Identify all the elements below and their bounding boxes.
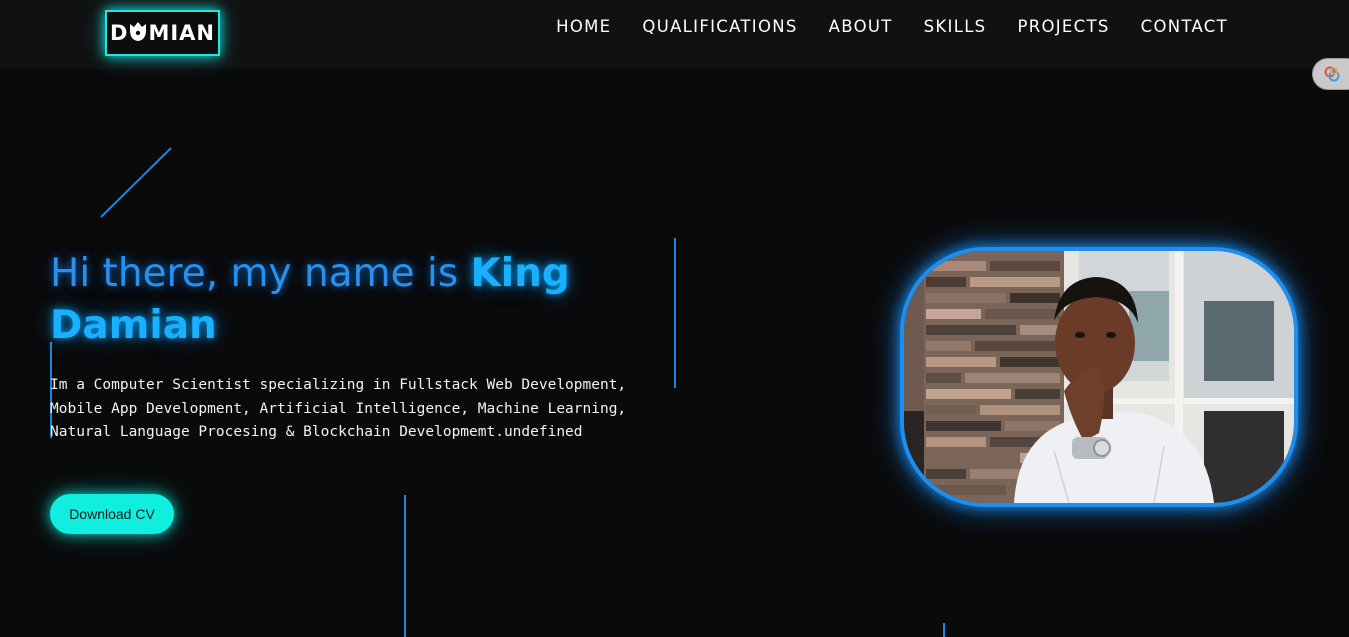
logo-text-right: MIAN [148, 21, 215, 45]
site-logo[interactable]: D MIAN [105, 10, 220, 56]
nav-home[interactable]: HOME [556, 17, 611, 36]
nav-qualifications[interactable]: QUALIFICATIONS [642, 17, 797, 36]
portfolio-page: D MIAN HOME QUALIFICATIONS ABOUT SKILLS P… [0, 0, 1349, 637]
crown-icon [128, 21, 148, 45]
nav-about[interactable]: ABOUT [829, 17, 893, 36]
nav-skills[interactable]: SKILLS [924, 17, 987, 36]
decorative-vertical-line [674, 238, 676, 388]
decorative-vertical-line [404, 495, 406, 637]
decorative-diagonal-line [100, 147, 172, 218]
logo-text: D MIAN [110, 21, 215, 45]
decorative-vertical-line [943, 623, 945, 637]
nav-projects[interactable]: PROJECTS [1017, 17, 1109, 36]
profile-photo-image [904, 251, 1294, 503]
hero-heading: Hi there, my name is King Damian [50, 248, 610, 352]
hero-greeting: Hi there, my name is [50, 251, 471, 296]
side-extension-button[interactable] [1312, 58, 1349, 90]
profile-photo [900, 247, 1298, 507]
hero-description: Im a Computer Scientist specializing in … [50, 377, 627, 440]
main-nav: HOME QUALIFICATIONS ABOUT SKILLS PROJECT… [525, 17, 1228, 36]
extension-icon [1324, 66, 1340, 82]
nav-contact[interactable]: CONTACT [1141, 17, 1228, 36]
download-cv-button[interactable]: Download CV [50, 494, 174, 534]
logo-text-left: D [110, 21, 129, 45]
navbar: D MIAN HOME QUALIFICATIONS ABOUT SKILLS P… [0, 0, 1349, 69]
